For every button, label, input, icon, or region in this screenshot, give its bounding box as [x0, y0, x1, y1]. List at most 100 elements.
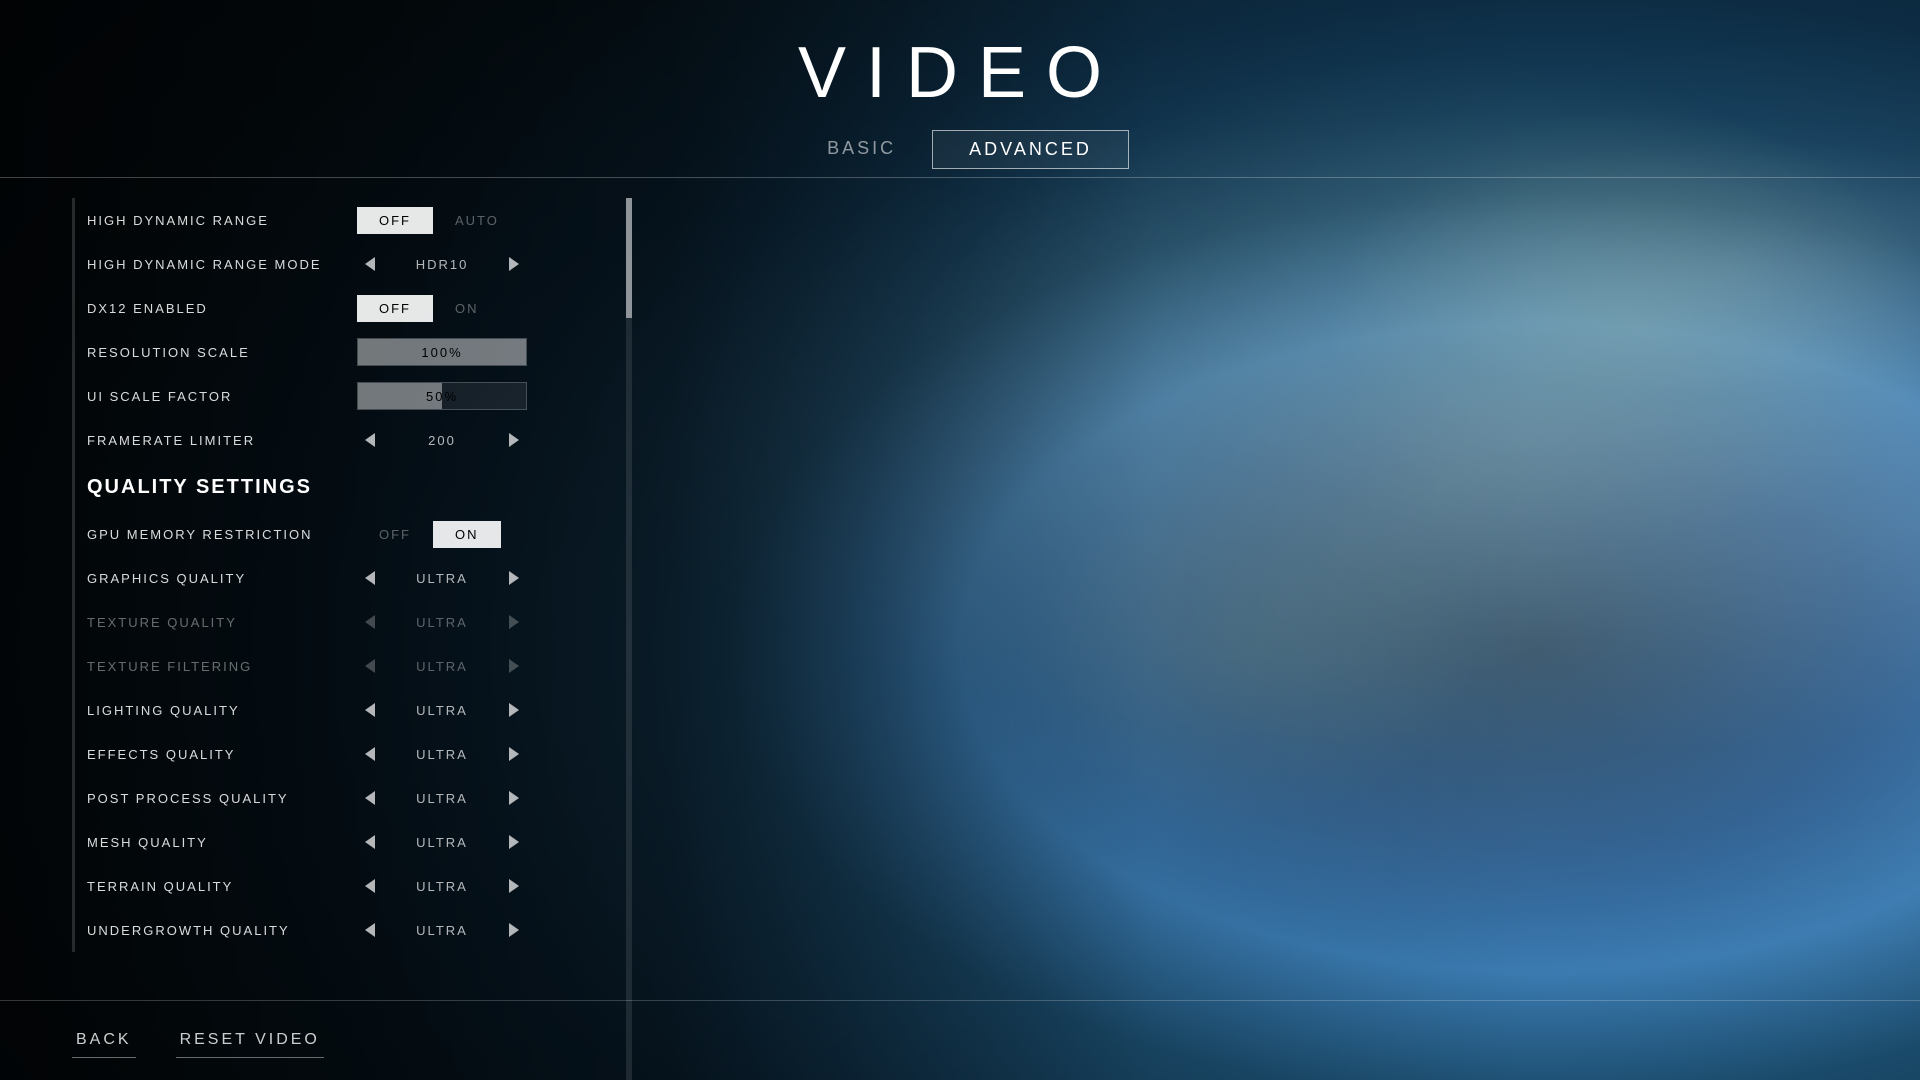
- triangle-right-icon: [509, 257, 519, 271]
- control-texture-filtering: ULTRA: [357, 655, 527, 677]
- tri-left-mq: [365, 835, 375, 849]
- control-texture-quality: ULTRA: [357, 611, 527, 633]
- value-lighting-quality: ULTRA: [402, 703, 482, 718]
- slider-value-ui-scale: 50%: [358, 383, 526, 409]
- arrow-right-texture-filtering[interactable]: [501, 655, 527, 677]
- arrow-left-lighting[interactable]: [357, 699, 383, 721]
- row-ui-scale-factor: UI SCALE FACTOR 50%: [72, 374, 632, 418]
- toggle-dx12: OFF ON: [357, 295, 501, 322]
- arrow-left-texture-quality[interactable]: [357, 611, 383, 633]
- arrow-left-graphics[interactable]: [357, 567, 383, 589]
- scroll-thumb: [626, 198, 632, 318]
- toggle-off-dx12[interactable]: OFF: [357, 295, 433, 322]
- label-terrain-quality: TERRAIN QUALITY: [87, 879, 357, 894]
- tri-right-tq: [509, 879, 519, 893]
- row-effects-quality: EFFECTS QUALITY ULTRA: [72, 732, 632, 776]
- slider-value-resolution: 100%: [358, 339, 526, 365]
- back-button[interactable]: BACK: [72, 1023, 136, 1058]
- arrow-right-framerate[interactable]: [501, 429, 527, 451]
- reset-video-button[interactable]: RESET VIDEO: [176, 1023, 324, 1058]
- arrow-left-mesh[interactable]: [357, 831, 383, 853]
- tri-left-uq: [365, 923, 375, 937]
- label-mesh-quality: MESH QUALITY: [87, 835, 357, 850]
- row-terrain-quality: TERRAIN QUALITY ULTRA: [72, 864, 632, 908]
- control-undergrowth-quality: ULTRA: [357, 919, 527, 941]
- label-framerate-limiter: FRAMERATE LIMITER: [87, 433, 357, 448]
- slider-fill-resolution: 100%: [358, 339, 526, 365]
- value-effects-quality: ULTRA: [402, 747, 482, 762]
- slider-resolution-scale[interactable]: 100%: [357, 338, 527, 366]
- tab-advanced[interactable]: ADVANCED: [932, 130, 1129, 169]
- control-dx12-enabled: OFF ON: [357, 295, 501, 322]
- tri-left-pp: [365, 791, 375, 805]
- value-graphics-quality: ULTRA: [402, 571, 482, 586]
- row-dx12-enabled: DX12 ENABLED OFF ON: [72, 286, 632, 330]
- page-title: VIDEO: [798, 32, 1122, 114]
- control-terrain-quality: ULTRA: [357, 875, 527, 897]
- toggle-auto-high-dynamic-range[interactable]: AUTO: [433, 207, 521, 234]
- arrow-left-texture-filtering[interactable]: [357, 655, 383, 677]
- arrow-left-post-process[interactable]: [357, 787, 383, 809]
- tri-right-gfx: [509, 571, 519, 585]
- control-effects-quality: ULTRA: [357, 743, 527, 765]
- label-graphics-quality: GRAPHICS QUALITY: [87, 571, 357, 586]
- tab-basic[interactable]: BASIC: [791, 130, 932, 169]
- row-texture-quality: TEXTURE QUALITY ULTRA: [72, 600, 632, 644]
- row-framerate-limiter: FRAMERATE LIMITER 200: [72, 418, 632, 462]
- arrow-right-terrain[interactable]: [501, 875, 527, 897]
- value-texture-quality: ULTRA: [402, 615, 482, 630]
- arrow-right-lighting[interactable]: [501, 699, 527, 721]
- row-graphics-quality: GRAPHICS QUALITY ULTRA: [72, 556, 632, 600]
- value-texture-filtering: ULTRA: [402, 659, 482, 674]
- triangle-left-icon-fr: [365, 433, 375, 447]
- control-mesh-quality: ULTRA: [357, 831, 527, 853]
- control-post-process: ULTRA: [357, 787, 527, 809]
- arrow-right-hdr-mode[interactable]: [501, 253, 527, 275]
- settings-list: HIGH DYNAMIC RANGE OFF AUTO HIGH DYNAMIC…: [72, 198, 632, 952]
- row-undergrowth-quality: UNDERGROWTH QUALITY ULTRA: [72, 908, 632, 952]
- row-gpu-memory: GPU MEMORY RESTRICTION OFF ON: [72, 512, 632, 556]
- tri-left-tq: [365, 879, 375, 893]
- label-high-dynamic-range: HIGH DYNAMIC RANGE: [87, 213, 357, 228]
- tri-left-gfx: [365, 571, 375, 585]
- value-undergrowth-quality: ULTRA: [402, 923, 482, 938]
- arrow-right-undergrowth[interactable]: [501, 919, 527, 941]
- toggle-off-gpu-memory[interactable]: OFF: [357, 521, 433, 548]
- label-gpu-memory: GPU MEMORY RESTRICTION: [87, 527, 357, 542]
- tri-right-mq: [509, 835, 519, 849]
- toggle-on-gpu-memory[interactable]: ON: [433, 521, 501, 548]
- toggle-off-high-dynamic-range[interactable]: OFF: [357, 207, 433, 234]
- control-high-dynamic-range: OFF AUTO: [357, 207, 521, 234]
- triangle-right-icon-fr: [509, 433, 519, 447]
- arrow-left-undergrowth[interactable]: [357, 919, 383, 941]
- arrow-right-effects[interactable]: [501, 743, 527, 765]
- toggle-on-dx12[interactable]: ON: [433, 295, 501, 322]
- bottom-bar: BACK RESET VIDEO: [0, 1000, 1920, 1080]
- triangle-left-icon: [365, 257, 375, 271]
- arrow-right-post-process[interactable]: [501, 787, 527, 809]
- tri-right-txf: [509, 659, 519, 673]
- arrow-right-mesh[interactable]: [501, 831, 527, 853]
- control-framerate-limiter: 200: [357, 429, 527, 451]
- tab-bar: BASIC ADVANCED: [791, 130, 1129, 169]
- arrow-right-texture-quality[interactable]: [501, 611, 527, 633]
- slider-ui-scale[interactable]: 50%: [357, 382, 527, 410]
- label-lighting-quality: LIGHTING QUALITY: [87, 703, 357, 718]
- row-hdr-mode: HIGH DYNAMIC RANGE MODE HDR10: [72, 242, 632, 286]
- tri-left-txq: [365, 615, 375, 629]
- arrow-right-graphics[interactable]: [501, 567, 527, 589]
- arrow-left-effects[interactable]: [357, 743, 383, 765]
- row-post-process: POST PROCESS QUALITY ULTRA: [72, 776, 632, 820]
- arrow-left-terrain[interactable]: [357, 875, 383, 897]
- scrollbar[interactable]: [626, 198, 632, 1080]
- label-quality-settings: QUALITY SETTINGS: [87, 476, 632, 499]
- row-mesh-quality: MESH QUALITY ULTRA: [72, 820, 632, 864]
- arrow-left-hdr-mode[interactable]: [357, 253, 383, 275]
- control-gpu-memory: OFF ON: [357, 521, 501, 548]
- control-resolution-scale: 100%: [357, 338, 527, 366]
- tri-right-txq: [509, 615, 519, 629]
- arrow-left-framerate[interactable]: [357, 429, 383, 451]
- tri-right-pp: [509, 791, 519, 805]
- settings-panel: HIGH DYNAMIC RANGE OFF AUTO HIGH DYNAMIC…: [72, 198, 632, 1080]
- control-graphics-quality: ULTRA: [357, 567, 527, 589]
